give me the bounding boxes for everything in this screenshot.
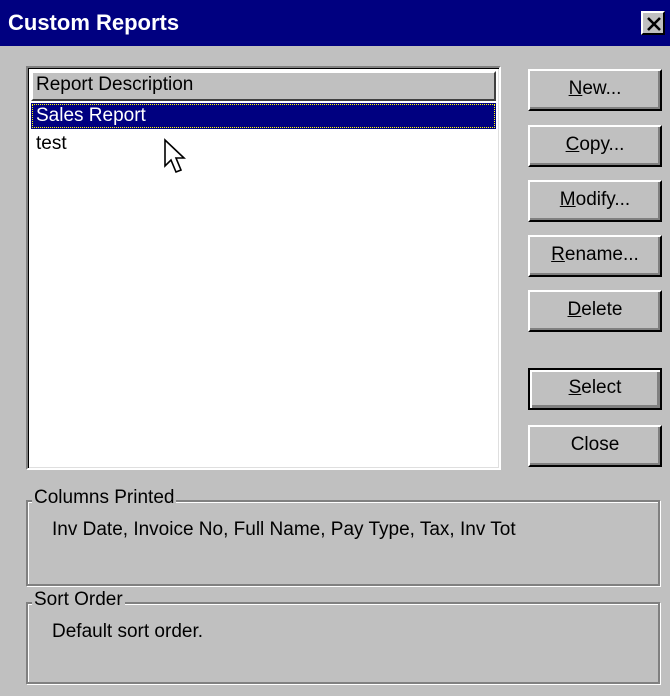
rename-button[interactable]: Rename... — [528, 235, 662, 277]
delete-button-mnemonic: D — [567, 299, 582, 320]
columns-printed-legend: Columns Printed — [32, 487, 177, 509]
copy-button-mnemonic: C — [565, 134, 580, 155]
delete-button[interactable]: Delete — [528, 290, 662, 332]
custom-reports-dialog: Custom Reports Report Description Sales … — [0, 0, 670, 696]
rename-button-label: ename... — [564, 244, 639, 265]
close-button-label: Close — [570, 434, 620, 455]
modify-button-label: odify... — [575, 189, 631, 210]
sort-order-legend: Sort Order — [32, 589, 125, 611]
copy-button-label: opy... — [579, 134, 625, 155]
column-header-report-description[interactable]: Report Description — [31, 71, 496, 101]
columns-printed-value: Inv Date, Invoice No, Full Name, Pay Typ… — [52, 519, 516, 540]
list-item-sales-report[interactable]: Sales Report — [31, 103, 496, 129]
mouse-pointer-icon — [164, 138, 187, 174]
new-button[interactable]: New... — [528, 69, 662, 111]
modify-button[interactable]: Modify... — [528, 180, 662, 222]
rename-button-mnemonic: R — [551, 244, 565, 265]
close-button[interactable]: Close — [528, 425, 662, 467]
columns-printed-group — [26, 500, 660, 586]
new-button-label: ew... — [582, 78, 622, 99]
title-bar[interactable]: Custom Reports — [0, 0, 670, 46]
new-button-mnemonic: N — [568, 78, 583, 99]
list-item-test[interactable]: test — [31, 131, 496, 157]
close-window-button[interactable] — [641, 11, 665, 35]
report-list[interactable]: Report Description Sales Report test — [26, 66, 501, 470]
close-icon — [647, 17, 661, 31]
sort-order-value: Default sort order. — [52, 621, 204, 642]
delete-button-label: elete — [581, 299, 623, 320]
window-title: Custom Reports — [8, 10, 180, 35]
select-button[interactable]: Select — [528, 368, 662, 410]
modify-button-mnemonic: M — [559, 189, 576, 210]
select-button-mnemonic: S — [568, 377, 582, 398]
select-button-label: elect — [581, 377, 622, 398]
copy-button[interactable]: Copy... — [528, 125, 662, 167]
